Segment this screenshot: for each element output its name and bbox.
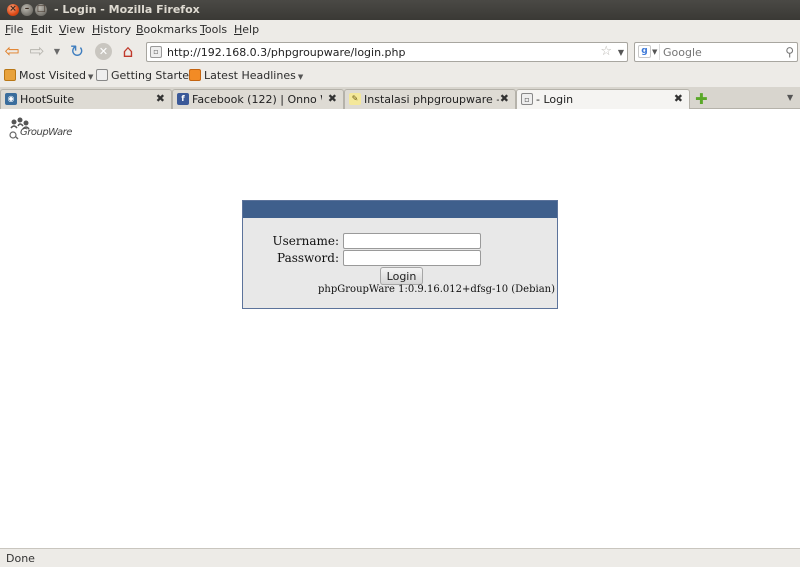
menu-file[interactable]: File bbox=[5, 23, 23, 36]
back-icon[interactable]: ⇦ bbox=[2, 42, 22, 62]
url-history-dropdown-icon[interactable]: ▼ bbox=[618, 48, 624, 57]
chevron-down-icon: ▼ bbox=[652, 48, 658, 56]
tab-instalasi[interactable]: ✎ Instalasi phpgroupware - S... ✖ bbox=[344, 89, 516, 109]
tab-close-icon[interactable]: ✖ bbox=[500, 92, 509, 105]
version-text: phpGroupWare 1:0.9.16.012+dfsg-10 (Debia… bbox=[318, 284, 555, 295]
url-text[interactable]: http://192.168.0.3/phpgroupware/login.ph… bbox=[167, 46, 406, 59]
menu-tools[interactable]: Tools bbox=[200, 23, 227, 36]
username-row: Username: bbox=[243, 233, 557, 250]
minimize-icon: – bbox=[24, 4, 30, 14]
rss-icon bbox=[189, 69, 201, 81]
menu-history[interactable]: History bbox=[92, 23, 131, 36]
menu-bar: File Edit View History Bookmarks Tools H… bbox=[0, 20, 800, 39]
bookmarks-toolbar: Most Visited ▼ Getting Started Latest Hea… bbox=[0, 65, 800, 87]
menu-view[interactable]: View bbox=[59, 23, 85, 36]
window-close-button[interactable]: × bbox=[7, 4, 19, 16]
search-icon[interactable]: ⚲ bbox=[785, 45, 794, 59]
tab-bar: ◉ HootSuite ✖ f Facebook (122) | Onno W.… bbox=[0, 87, 800, 110]
tab-close-icon[interactable]: ✖ bbox=[674, 92, 683, 105]
username-label: Username: bbox=[272, 234, 339, 248]
tab-label: Facebook (122) | Onno W. ... bbox=[192, 93, 322, 106]
tab-hootsuite[interactable]: ◉ HootSuite ✖ bbox=[0, 89, 172, 109]
bookmark-star-icon[interactable]: ☆ bbox=[600, 44, 612, 59]
stop-icon[interactable]: ✕ bbox=[94, 42, 114, 62]
page-content: GroupWare Username: Password: Login phpG… bbox=[0, 109, 800, 548]
reload-icon[interactable]: ↻ bbox=[67, 42, 87, 62]
bookmark-most-visited[interactable]: Most Visited ▼ bbox=[4, 69, 93, 82]
history-dropdown-icon[interactable]: ▼ bbox=[51, 42, 63, 62]
chevron-down-icon: ▼ bbox=[87, 73, 94, 81]
search-input[interactable] bbox=[663, 46, 778, 59]
chevron-down-icon: ▼ bbox=[297, 73, 304, 81]
bookmark-latest-headlines[interactable]: Latest Headlines ▼ bbox=[189, 69, 303, 82]
status-text: Done bbox=[6, 552, 35, 565]
hootsuite-icon: ◉ bbox=[5, 93, 17, 105]
home-icon[interactable]: ⌂ bbox=[118, 42, 138, 62]
tab-label: Instalasi phpgroupware - S... bbox=[364, 93, 499, 106]
username-input[interactable] bbox=[343, 233, 481, 249]
password-row: Password: bbox=[243, 250, 557, 267]
page-icon: ▫ bbox=[521, 93, 533, 105]
forward-icon[interactable]: ⇨ bbox=[27, 42, 47, 62]
menu-bookmarks[interactable]: Bookmarks bbox=[136, 23, 197, 36]
login-panel: Username: Password: Login phpGroupWare 1… bbox=[242, 200, 558, 309]
search-bar[interactable]: g ▼ ⚲ bbox=[634, 42, 798, 62]
window-minimize-button[interactable]: – bbox=[21, 4, 33, 16]
password-label: Password: bbox=[277, 251, 339, 265]
phpgroupware-logo: GroupWare bbox=[8, 117, 92, 141]
page-icon: ✎ bbox=[349, 93, 361, 105]
bookmark-label: Getting Started bbox=[111, 69, 197, 82]
menu-edit[interactable]: Edit bbox=[31, 23, 52, 36]
menu-help[interactable]: Help bbox=[234, 23, 259, 36]
tab-login[interactable]: ▫ - Login ✖ bbox=[516, 89, 690, 110]
search-engine-selector[interactable]: g ▼ bbox=[636, 44, 660, 60]
window-titlebar: × – □ - Login - Mozilla Firefox bbox=[0, 0, 800, 20]
navigation-toolbar: ⇦ ⇨ ▼ ↻ ✕ ⌂ ▫ http://192.168.0.3/phpgrou… bbox=[0, 39, 800, 65]
close-icon: × bbox=[9, 4, 17, 14]
login-button[interactable]: Login bbox=[380, 267, 423, 285]
new-tab-icon[interactable]: ✚ bbox=[695, 90, 708, 108]
tab-label: HootSuite bbox=[20, 93, 75, 106]
login-panel-header bbox=[243, 201, 557, 218]
maximize-icon: □ bbox=[36, 4, 46, 14]
bookmark-label: Latest Headlines bbox=[204, 69, 296, 82]
most-visited-icon bbox=[4, 69, 16, 81]
window-maximize-button[interactable]: □ bbox=[35, 4, 47, 16]
site-identity-icon[interactable]: ▫ bbox=[150, 46, 162, 58]
password-input[interactable] bbox=[343, 250, 481, 266]
page-icon bbox=[96, 69, 108, 81]
logo-text: GroupWare bbox=[20, 127, 72, 138]
google-icon: g bbox=[638, 45, 651, 58]
tab-label: - Login bbox=[536, 93, 574, 106]
url-bar[interactable]: ▫ http://192.168.0.3/phpgroupware/login.… bbox=[146, 42, 628, 62]
tab-facebook[interactable]: f Facebook (122) | Onno W. ... ✖ bbox=[172, 89, 344, 109]
status-bar: Done bbox=[0, 548, 800, 567]
tab-close-icon[interactable]: ✖ bbox=[156, 92, 165, 105]
bookmark-label: Most Visited bbox=[19, 69, 86, 82]
tab-list-icon[interactable]: ▼ bbox=[787, 93, 793, 102]
tab-close-icon[interactable]: ✖ bbox=[328, 92, 337, 105]
facebook-icon: f bbox=[177, 93, 189, 105]
bookmark-getting-started[interactable]: Getting Started bbox=[96, 69, 196, 82]
window-title: - Login - Mozilla Firefox bbox=[54, 3, 200, 16]
